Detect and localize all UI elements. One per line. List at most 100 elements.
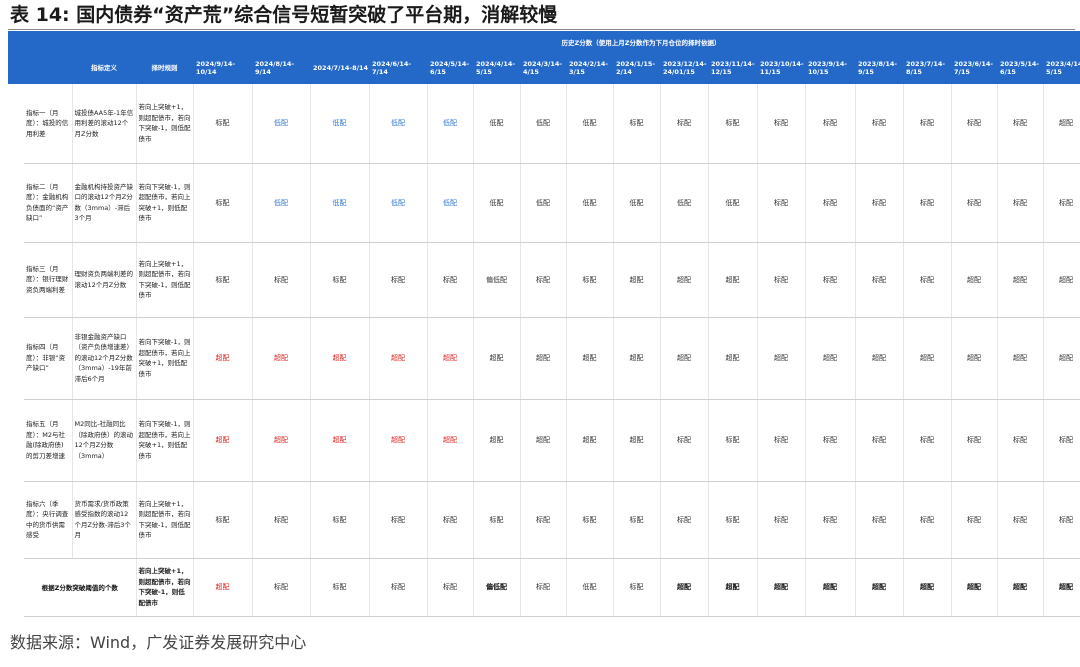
signal-cell: 低配 <box>566 84 614 164</box>
signal-cell: 低配 <box>473 84 521 164</box>
signal-cell: 超配 <box>805 317 856 400</box>
signal-cell: 标配 <box>855 163 904 243</box>
signal-cell: 标配 <box>903 481 952 559</box>
signal-cell: 低配 <box>613 163 661 243</box>
summary-signal-cell: 超配 <box>997 558 1044 617</box>
indicator-name: 指标五（月度）：M2与社融(除政府债)的剪刀差增速 <box>24 399 73 482</box>
header-blank <box>8 31 193 52</box>
signal-cell: 标配 <box>193 163 253 243</box>
table-body: 历史Z分数（使用上月Z分数作为下月仓位的择时依据） 指标定义 择时规则 2024… <box>8 31 1080 617</box>
signal-cell: 标配 <box>310 242 370 318</box>
signal-cell: 标配 <box>193 84 253 164</box>
header-blank-left <box>8 52 24 84</box>
signal-cell: 标配 <box>997 399 1044 482</box>
signal-cell: 标配 <box>660 481 709 559</box>
signal-cell: 标配 <box>613 84 661 164</box>
signal-cell: 标配 <box>903 84 952 164</box>
signal-cell: 标配 <box>520 242 567 318</box>
signal-cell: 超配 <box>951 242 998 318</box>
signal-cell: 标配 <box>566 242 614 318</box>
signal-cell: 超配 <box>613 242 661 318</box>
signal-cell: 标配 <box>757 399 806 482</box>
signal-cell: 标配 <box>613 481 661 559</box>
signal-cell: 低配 <box>520 84 567 164</box>
header-rule: 择时规则 <box>136 52 193 84</box>
signal-cell: 低配 <box>427 84 474 164</box>
indicator-definition: 金融机构持投资产缺口的滚动12个月Z分数（3mma）-滞后3个月 <box>72 163 137 243</box>
signal-cell: 标配 <box>757 163 806 243</box>
signal-cell: 低配 <box>252 163 311 243</box>
header-date: 2024/8/14-9/14 <box>252 52 310 84</box>
signal-cell: 低配 <box>369 163 428 243</box>
signal-cell: 超配 <box>708 242 758 318</box>
signal-cell: 标配 <box>855 481 904 559</box>
signal-cell: 超配 <box>369 317 428 400</box>
signal-cell: 标配 <box>997 163 1044 243</box>
signal-cell: 低配 <box>310 84 370 164</box>
signal-table: 历史Z分数（使用上月Z分数作为下月仓位的择时依据） 指标定义 择时规则 2024… <box>8 31 1080 617</box>
header-date: 2023/11/14-12/15 <box>708 52 757 84</box>
signal-cell: 标配 <box>903 242 952 318</box>
signal-cell: 标配 <box>473 481 521 559</box>
indicator-definition: 城投债AA5年-1年信用利差的滚动12个月Z分数 <box>72 84 137 164</box>
indicator-row: 指标三（月度）：银行理财资负两端利差 理财资负两端利差的滚动12个月Z分数 若向上突… <box>8 242 1080 318</box>
signal-cell: 超配 <box>193 317 253 400</box>
signal-cell: 标配 <box>757 84 806 164</box>
signal-cell: 超配 <box>855 317 904 400</box>
header-date: 2024/5/14-6/15 <box>427 52 473 84</box>
summary-signal-cell: 超配 <box>757 558 806 617</box>
signal-cell: 超配 <box>473 399 521 482</box>
header-history: 历史Z分数（使用上月Z分数作为下月仓位的择时依据） <box>193 31 1080 52</box>
timing-rule: 若向下突破-1，则超配债市，若向上突破+1，则低配债市 <box>136 399 194 482</box>
signal-cell: 标配 <box>805 163 856 243</box>
signal-cell: 标配 <box>855 242 904 318</box>
signal-cell: 超配 <box>951 317 998 400</box>
timing-rule: 若向下突破-1，则超配债市，若向上突破+1，则低配债市 <box>136 163 194 243</box>
signal-cell: 标配 <box>252 481 311 559</box>
signal-cell: 标配 <box>369 481 428 559</box>
signal-cell: 低配 <box>473 163 521 243</box>
summary-signal-cell: 标配 <box>252 558 311 617</box>
summary-signal-cell: 标配 <box>427 558 474 617</box>
signal-cell: 标配 <box>427 481 474 559</box>
signal-cell: 超配 <box>1043 317 1080 400</box>
signal-cell: 低配 <box>566 163 614 243</box>
signal-cell: 低配 <box>660 163 709 243</box>
header-date: 2024/9/14-10/14 <box>193 52 252 84</box>
signal-cell: 标配 <box>997 84 1044 164</box>
summary-signal-cell: 标配 <box>520 558 567 617</box>
summary-signal-cell: 低配 <box>566 558 614 617</box>
summary-signal-cell: 标配 <box>369 558 428 617</box>
signal-cell: 标配 <box>855 399 904 482</box>
header-def: 指标定义 <box>72 52 136 84</box>
asset-class-label: 债 <box>8 84 24 616</box>
signal-cell: 标配 <box>1043 163 1080 243</box>
signal-cell: 标配 <box>805 242 856 318</box>
signal-cell: 超配 <box>252 317 311 400</box>
summary-signal-cell: 标配 <box>310 558 370 617</box>
signal-cell: 偏低配 <box>473 242 521 318</box>
summary-signal-cell: 偏低配 <box>473 558 521 617</box>
summary-signal-cell: 超配 <box>193 558 253 617</box>
signal-cell: 标配 <box>757 242 806 318</box>
header-date: 2023/9/14-10/15 <box>805 52 855 84</box>
header-date: 2023/5/14-6/15 <box>997 52 1043 84</box>
summary-signal-cell: 超配 <box>708 558 758 617</box>
signal-cell: 标配 <box>903 163 952 243</box>
signal-cell: 超配 <box>520 317 567 400</box>
summary-signal-cell: 标配 <box>613 558 661 617</box>
header-date: 2023/8/14-9/15 <box>855 52 903 84</box>
indicator-row: 指标四（月度）：非银“资产缺口” 非银金融资产缺口（资产负债增速差）的滚动12个月… <box>8 317 1080 400</box>
signal-cell: 标配 <box>805 84 856 164</box>
signal-cell: 超配 <box>473 317 521 400</box>
signal-table-container: 历史Z分数（使用上月Z分数作为下月仓位的择时依据） 指标定义 择时规则 2024… <box>8 31 1080 617</box>
summary-signal-cell: 超配 <box>855 558 904 617</box>
signal-cell: 标配 <box>252 242 311 318</box>
header-date: 2023/7/14-8/15 <box>903 52 951 84</box>
header-date: 2023/4/14-5/15 <box>1043 52 1080 84</box>
signal-cell: 超配 <box>757 317 806 400</box>
signal-cell: 标配 <box>708 84 758 164</box>
figure-title: 表 14: 国内债券“资产荒”综合信号短暂突破了平台期，消解较慢 <box>10 4 558 26</box>
indicator-definition: 理财资负两端利差的滚动12个月Z分数 <box>72 242 137 318</box>
data-source: 数据来源：Wind，广发证券发展研究中心 <box>10 633 307 652</box>
